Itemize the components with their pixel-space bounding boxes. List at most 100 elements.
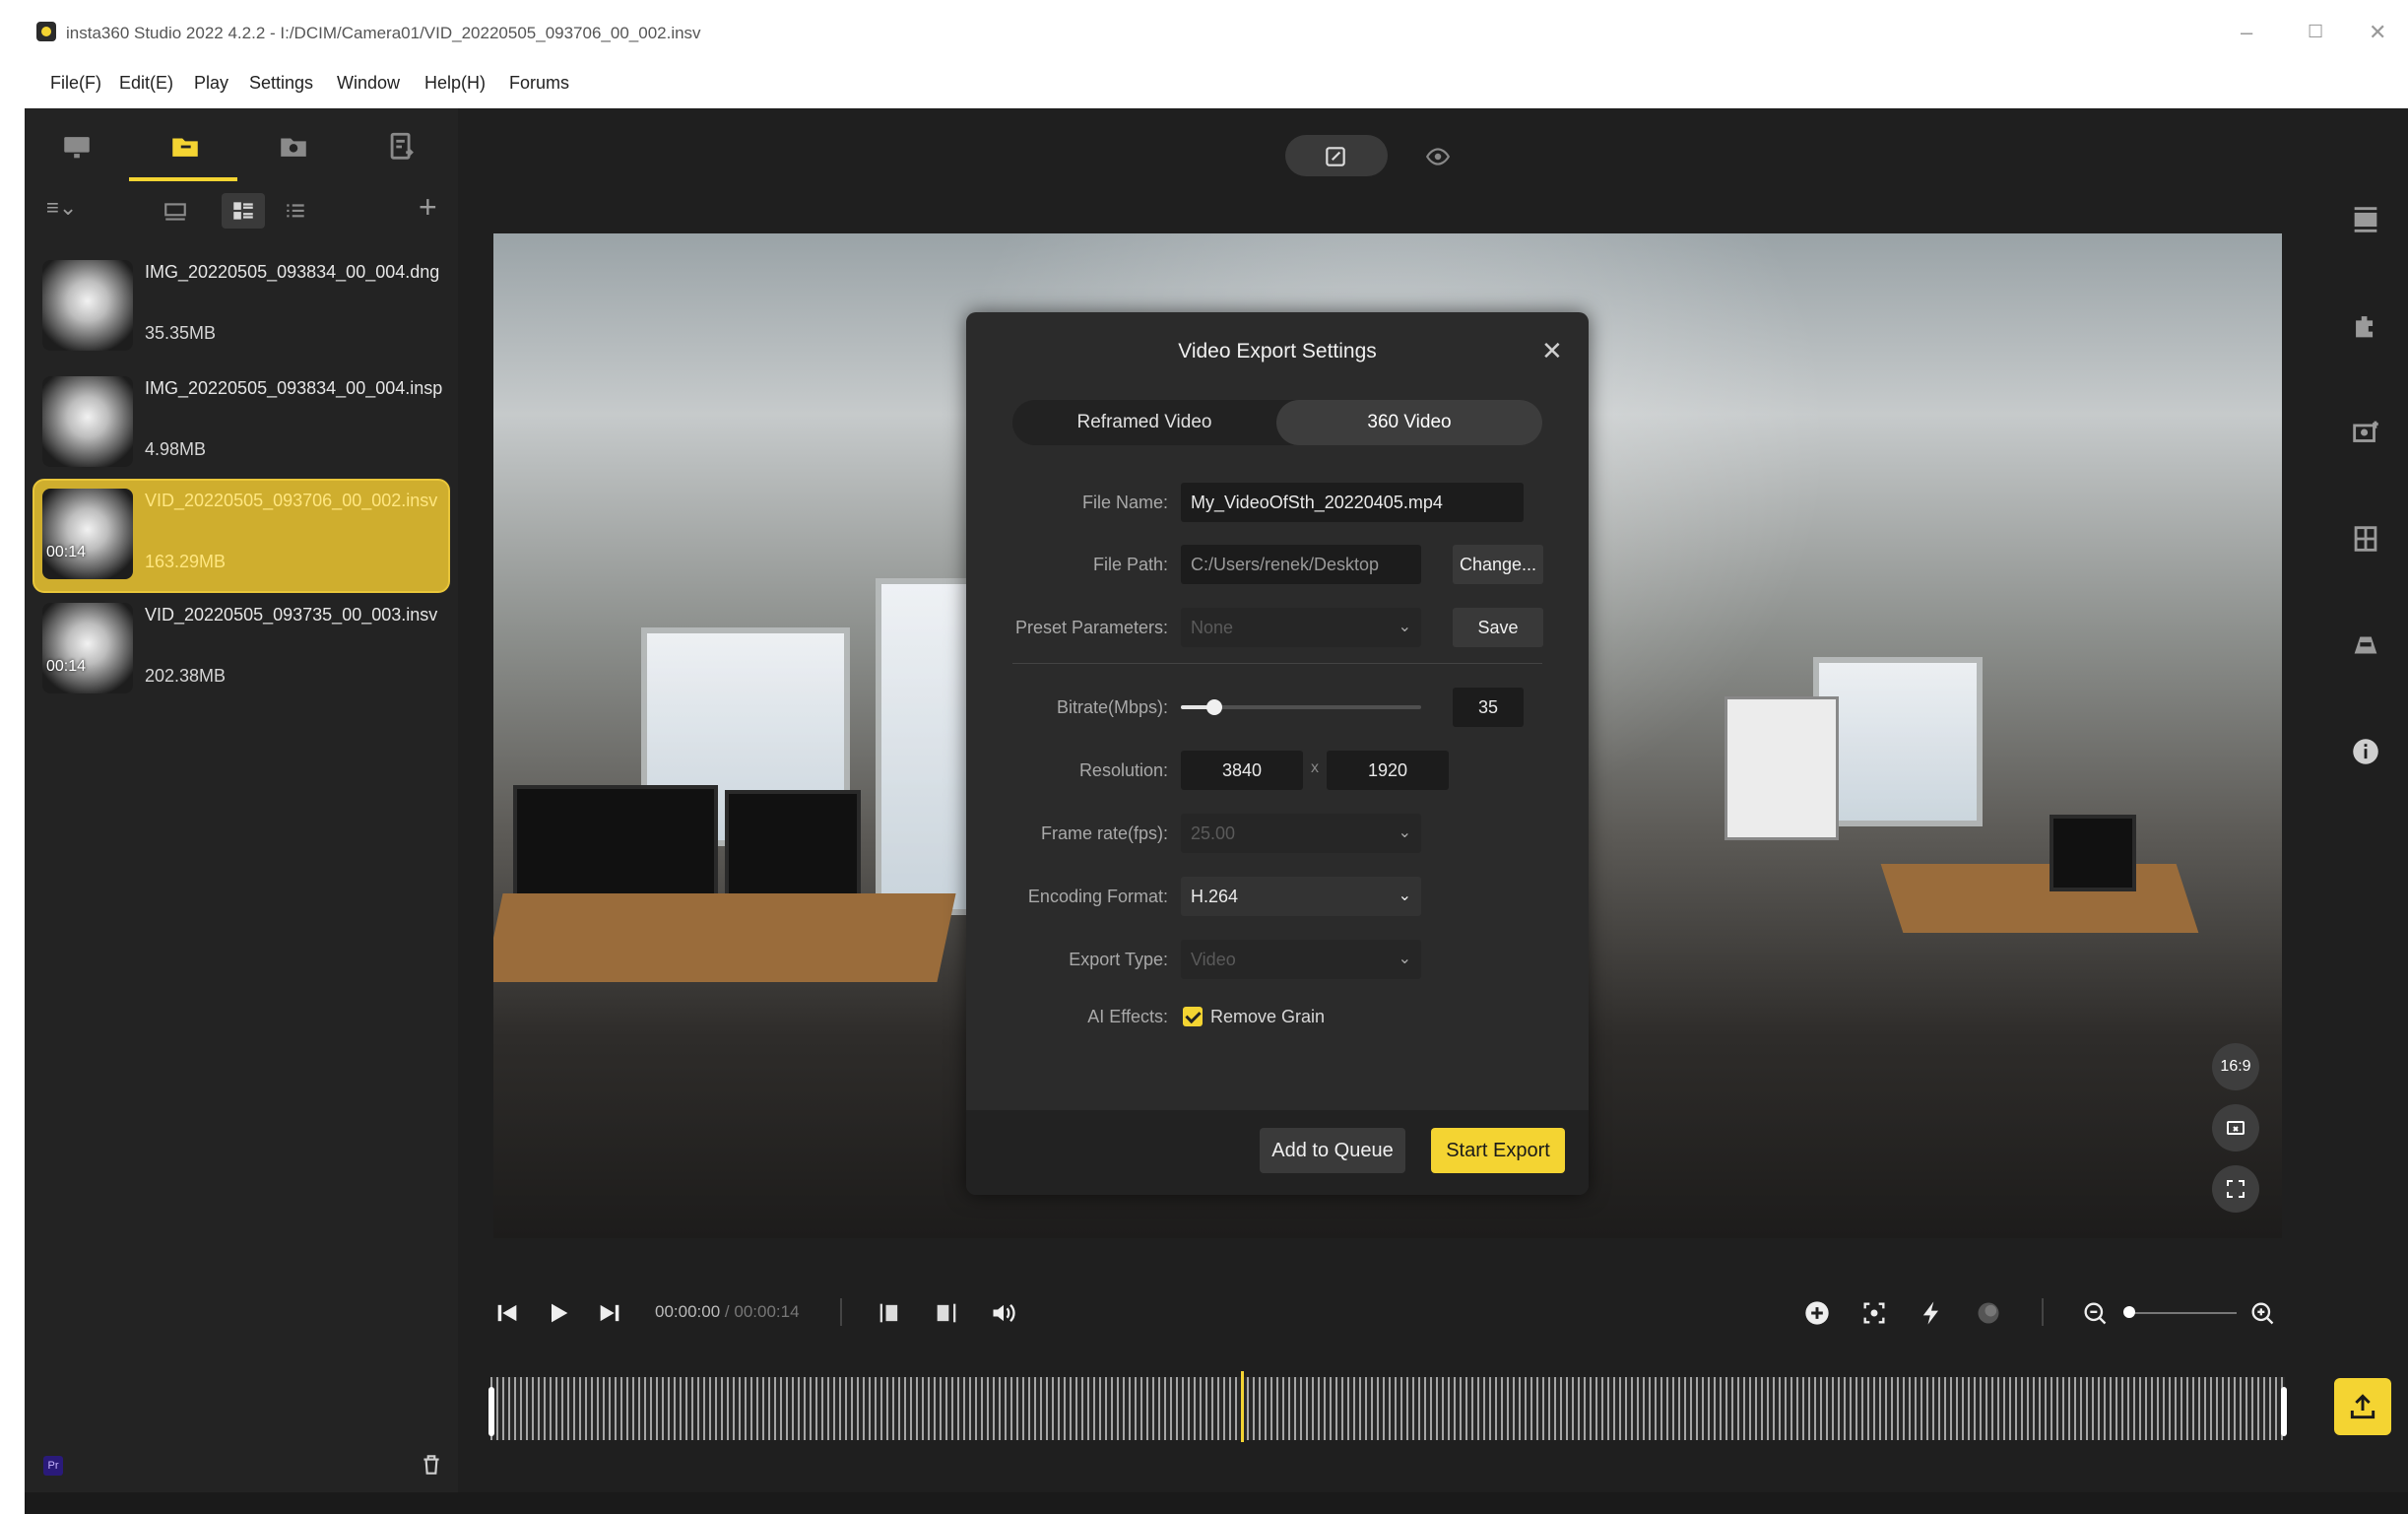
scene-monitor — [2050, 815, 2136, 891]
premiere-plugin-icon[interactable]: Pr — [43, 1456, 63, 1476]
playhead[interactable] — [1241, 1371, 1244, 1442]
camera-folder-icon[interactable] — [277, 130, 316, 169]
volume-icon[interactable] — [990, 1288, 1017, 1338]
save-preset-button[interactable]: Save — [1453, 608, 1543, 647]
previous-frame-icon[interactable] — [493, 1288, 521, 1338]
next-frame-icon[interactable] — [596, 1288, 623, 1338]
trim-end-icon[interactable] — [933, 1288, 960, 1338]
bitrate-label: Bitrate(Mbps): — [1056, 697, 1168, 717]
tab-360-video[interactable]: 360 Video — [1276, 400, 1542, 445]
trash-icon[interactable] — [419, 1452, 444, 1482]
file-item[interactable]: 00:14 VID_20220505_093735_00_003.insv 20… — [34, 595, 448, 705]
list-view-icon[interactable] — [283, 199, 308, 234]
divider — [1012, 663, 1542, 664]
ai-tracking-icon[interactable] — [1860, 1288, 1888, 1338]
plugin-icon[interactable] — [2349, 309, 2382, 343]
trim-start-icon[interactable] — [876, 1288, 903, 1338]
file-item-selected[interactable]: 00:14 VID_20220505_093706_00_002.insv 16… — [33, 479, 450, 593]
total-time: / 00:00:14 — [724, 1302, 800, 1321]
add-to-queue-button[interactable]: Add to Queue — [1260, 1128, 1405, 1173]
zoom-slider[interactable] — [2128, 1312, 2237, 1314]
clip-tool-icon[interactable] — [2349, 203, 2382, 236]
tab-reframed-video[interactable]: Reframed Video — [1012, 400, 1276, 445]
maximize-button[interactable]: ☐ — [2308, 22, 2323, 42]
menu-settings[interactable]: Settings — [249, 73, 313, 94]
framerate-select[interactable]: 25.00 ⌄ — [1181, 814, 1421, 853]
scene-monitor — [513, 785, 718, 911]
edit-mode-toggle[interactable] — [1285, 135, 1388, 176]
change-path-button[interactable]: Change... — [1453, 545, 1543, 584]
play-icon[interactable] — [545, 1288, 572, 1338]
info-icon[interactable] — [2349, 735, 2382, 768]
snapshot-icon[interactable] — [2212, 1104, 2259, 1152]
zoom-in-icon[interactable] — [2248, 1288, 2276, 1338]
camera-settings-icon[interactable] — [2349, 416, 2382, 449]
chevron-down-icon: ⌄ — [1398, 888, 1411, 904]
timecode: 00:00:00 / 00:00:14 — [655, 1302, 800, 1322]
fullscreen-icon[interactable] — [2212, 1165, 2259, 1213]
ai-effects-label: AI Effects: — [1087, 1007, 1168, 1026]
timeline-start-handle[interactable] — [488, 1387, 494, 1436]
add-keyframe-icon[interactable] — [1803, 1288, 1831, 1338]
start-export-button[interactable]: Start Export — [1431, 1128, 1565, 1173]
export-upload-button[interactable] — [2334, 1378, 2391, 1435]
file-item[interactable]: IMG_20220505_093834_00_004.insp 4.98MB — [34, 368, 448, 479]
file-name: IMG_20220505_093834_00_004.dng — [145, 262, 440, 282]
minimize-button[interactable]: – — [2241, 20, 2252, 45]
speed-lightning-icon[interactable] — [1918, 1288, 1945, 1338]
active-tab-indicator — [129, 177, 237, 181]
app-logo-icon — [36, 22, 56, 41]
title-bar: insta360 Studio 2022 4.2.2 - I:/DCIM/Cam… — [25, 12, 2408, 57]
file-item[interactable]: IMG_20220505_093834_00_004.dng 35.35MB — [34, 252, 448, 362]
file-size: 4.98MB — [145, 439, 207, 459]
eye-icon[interactable] — [1425, 144, 1451, 174]
chevron-down-icon: ⌄ — [1398, 951, 1411, 967]
file-thumbnail — [42, 260, 133, 351]
file-size: 202.38MB — [145, 666, 227, 686]
encoding-select[interactable]: H.264 ⌄ — [1181, 877, 1421, 916]
menu-forums[interactable]: Forums — [509, 73, 569, 94]
file-thumbnail — [42, 376, 133, 467]
bitrate-slider-handle[interactable] — [1206, 699, 1223, 715]
file-path-input[interactable]: C:/Users/renek/Desktop — [1181, 545, 1421, 584]
timeline-waveform[interactable] — [490, 1377, 2285, 1440]
timeline-end-handle[interactable] — [2281, 1387, 2287, 1436]
large-view-icon[interactable] — [163, 199, 188, 234]
sort-menu-icon[interactable]: ≡⌄ — [46, 195, 77, 230]
resolution-width-input[interactable]: 3840 — [1181, 751, 1303, 790]
add-file-button[interactable]: + — [419, 189, 437, 225]
menu-file[interactable]: File(F) — [50, 73, 101, 94]
monitor-icon[interactable] — [60, 130, 99, 169]
zoom-slider-handle[interactable] — [2123, 1306, 2135, 1318]
bitrate-slider[interactable] — [1181, 699, 1421, 715]
color-filter-icon[interactable] — [1975, 1288, 2002, 1338]
close-icon[interactable]: ✕ — [1541, 336, 1563, 366]
stabilize-icon[interactable] — [2349, 628, 2382, 662]
grid-layout-icon[interactable] — [2349, 522, 2382, 556]
export-list-icon[interactable] — [385, 130, 424, 169]
export-type-label: Export Type: — [1069, 950, 1168, 969]
menu-window[interactable]: Window — [337, 73, 400, 94]
remove-grain-label[interactable]: Remove Grain — [1210, 1007, 1325, 1027]
folder-file-icon[interactable] — [168, 130, 208, 169]
export-type-select[interactable]: Video ⌄ — [1181, 940, 1421, 979]
encoding-label: Encoding Format: — [1027, 887, 1168, 906]
bitrate-input[interactable]: 35 — [1453, 688, 1524, 727]
close-window-button[interactable]: ✕ — [2369, 20, 2386, 45]
scene-whiteboard — [1725, 696, 1839, 840]
menu-play[interactable]: Play — [194, 73, 228, 94]
file-name-input[interactable]: My_VideoOfSth_20220405.mp4 — [1181, 483, 1524, 522]
zoom-out-icon[interactable] — [2081, 1288, 2109, 1338]
aspect-ratio-button[interactable]: 16:9 — [2212, 1043, 2259, 1090]
remove-grain-checkbox[interactable] — [1183, 1007, 1203, 1026]
preset-select[interactable]: None ⌄ — [1181, 608, 1421, 647]
divider — [2042, 1298, 2044, 1326]
grid-view-icon[interactable] — [222, 193, 265, 229]
resolution-height-input[interactable]: 1920 — [1327, 751, 1449, 790]
export-mode-switch: Reframed Video 360 Video — [1012, 400, 1542, 445]
file-thumbnail: 00:14 — [42, 489, 133, 579]
video-export-dialog: Video Export Settings ✕ Reframed Video 3… — [966, 312, 1589, 1195]
menu-edit[interactable]: Edit(E) — [119, 73, 173, 94]
menu-help[interactable]: Help(H) — [424, 73, 486, 94]
file-thumbnail: 00:14 — [42, 603, 133, 693]
